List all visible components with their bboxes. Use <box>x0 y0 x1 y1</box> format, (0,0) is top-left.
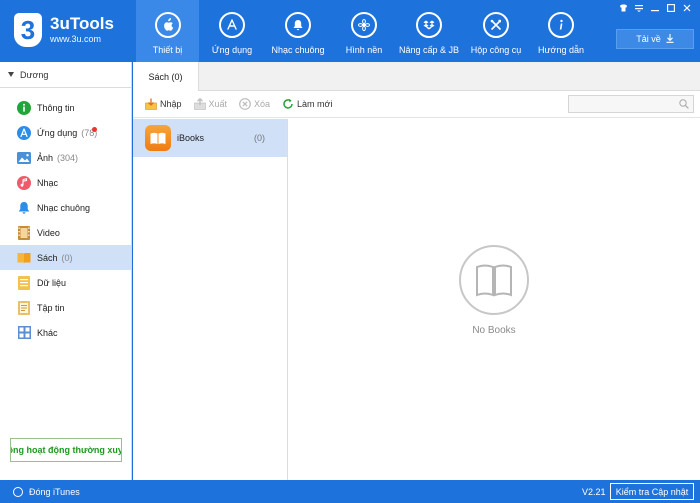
music-icon <box>17 175 31 190</box>
bell-icon <box>285 12 311 38</box>
version-label: V2.21 <box>582 486 606 497</box>
tools-icon <box>483 12 509 38</box>
top-header: 3 3uTools www.3u.com Thiết bị Ứng dụng N… <box>0 0 700 62</box>
film-icon <box>17 225 31 240</box>
export-icon <box>193 98 206 110</box>
menu-icon[interactable] <box>634 3 644 13</box>
tab-bar: Sách (0) <box>133 62 700 91</box>
import-button[interactable]: Nhập <box>145 98 182 110</box>
notification-dot <box>92 127 97 132</box>
nav-ringtones[interactable]: Nhạc chuông <box>268 0 328 62</box>
export-button[interactable]: Xuất <box>193 98 227 110</box>
check-update-button[interactable]: Kiểm tra Cập nhật <box>610 483 694 500</box>
logo: 3 3uTools www.3u.com <box>14 13 114 47</box>
data-icon <box>17 275 31 290</box>
status-bar: Đóng iTunes V2.21 Kiểm tra Cập nhật <box>0 480 700 503</box>
bell-icon <box>17 201 31 215</box>
file-icon <box>17 300 31 315</box>
app-window: 3 3uTools www.3u.com Thiết bị Ứng dụng N… <box>0 0 700 503</box>
photo-icon <box>17 151 31 165</box>
main-content: Sách (0) Nhập Xuất Xóa Làm mới iBooks (0… <box>133 62 700 480</box>
import-icon <box>145 98 157 110</box>
window-controls <box>618 3 692 13</box>
info-icon <box>548 12 574 38</box>
close-icon[interactable] <box>682 3 692 13</box>
collapse-triangle-icon[interactable] <box>8 72 14 77</box>
photos-count: (304) <box>57 152 79 163</box>
sidebar: Dương Thông tin Ứng dụng (78) Ảnh (304) … <box>0 62 132 480</box>
device-selector[interactable]: Dương <box>0 62 131 88</box>
search-input[interactable] <box>568 95 694 113</box>
download-icon <box>666 33 674 45</box>
logo-badge: 3 <box>14 13 42 47</box>
ibooks-count: (0) <box>254 133 265 143</box>
refresh-icon <box>282 98 294 110</box>
ibooks-icon <box>145 125 171 151</box>
book-icon <box>17 251 31 265</box>
app-title: 3uTools <box>50 14 114 33</box>
notice-text: hông hoạt động thường xuyên <box>11 445 121 455</box>
itunes-ring-icon <box>13 486 23 497</box>
empty-book-icon <box>459 245 529 315</box>
ibooks-label: iBooks <box>177 133 205 143</box>
books-count: (0) <box>61 252 73 263</box>
download-button[interactable]: Tải về <box>616 29 694 49</box>
delete-button[interactable]: Xóa <box>239 98 270 110</box>
flower-icon <box>351 12 377 38</box>
app-store-icon <box>219 12 245 38</box>
sidebar-item-music[interactable]: Nhạc <box>0 170 131 195</box>
sidebar-item-data[interactable]: Dữ liệu <box>0 270 131 295</box>
app-url: www.3u.com <box>50 34 102 44</box>
nav-toolbox[interactable]: Hộp công cụ <box>468 0 524 62</box>
nav-tutorials[interactable]: Hướng dẫn <box>536 0 586 62</box>
empty-state: No Books <box>288 119 700 480</box>
refresh-button[interactable]: Làm mới <box>282 98 332 110</box>
sidebar-item-apps[interactable]: Ứng dụng (78) <box>0 120 131 145</box>
search-icon[interactable] <box>679 99 689 109</box>
dropbox-icon <box>416 12 442 38</box>
nav-flash-jailbreak[interactable]: Nâng cấp & JB <box>398 0 460 62</box>
notice-marquee[interactable]: hông hoạt động thường xuyên <box>10 438 122 462</box>
toolbar: Nhập Xuất Xóa Làm mới <box>133 91 700 118</box>
sidebar-item-info[interactable]: Thông tin <box>0 95 131 120</box>
skin-icon[interactable] <box>618 3 628 13</box>
empty-state-text: No Books <box>472 325 516 336</box>
maximize-icon[interactable] <box>666 3 676 13</box>
sidebar-item-video[interactable]: Video <box>0 220 131 245</box>
delete-icon <box>239 98 251 110</box>
book-source-list: iBooks (0) <box>133 119 288 480</box>
app-store-circle-icon <box>17 125 31 140</box>
sidebar-item-photos[interactable]: Ảnh (304) <box>0 145 131 170</box>
sidebar-item-other[interactable]: Khác <box>0 320 131 345</box>
nav-device[interactable]: Thiết bị <box>136 0 199 62</box>
tab-books[interactable]: Sách (0) <box>133 62 199 91</box>
sidebar-item-books[interactable]: Sách (0) <box>0 245 131 270</box>
sidebar-list: Thông tin Ứng dụng (78) Ảnh (304) Nhạc N… <box>0 88 131 345</box>
list-item-ibooks[interactable]: iBooks (0) <box>133 119 287 157</box>
minimize-icon[interactable] <box>650 3 660 13</box>
apple-icon <box>154 12 181 38</box>
close-itunes-button[interactable]: Đóng iTunes <box>13 486 80 497</box>
sidebar-item-files[interactable]: Tập tin <box>0 295 131 320</box>
grid-icon <box>17 326 31 340</box>
nav-wallpapers[interactable]: Hình nền <box>338 0 390 62</box>
nav-apps[interactable]: Ứng dụng <box>204 0 260 62</box>
device-name: Dương <box>20 69 49 80</box>
info-circle-icon <box>17 100 31 115</box>
sidebar-item-ringtones[interactable]: Nhạc chuông <box>0 195 131 220</box>
